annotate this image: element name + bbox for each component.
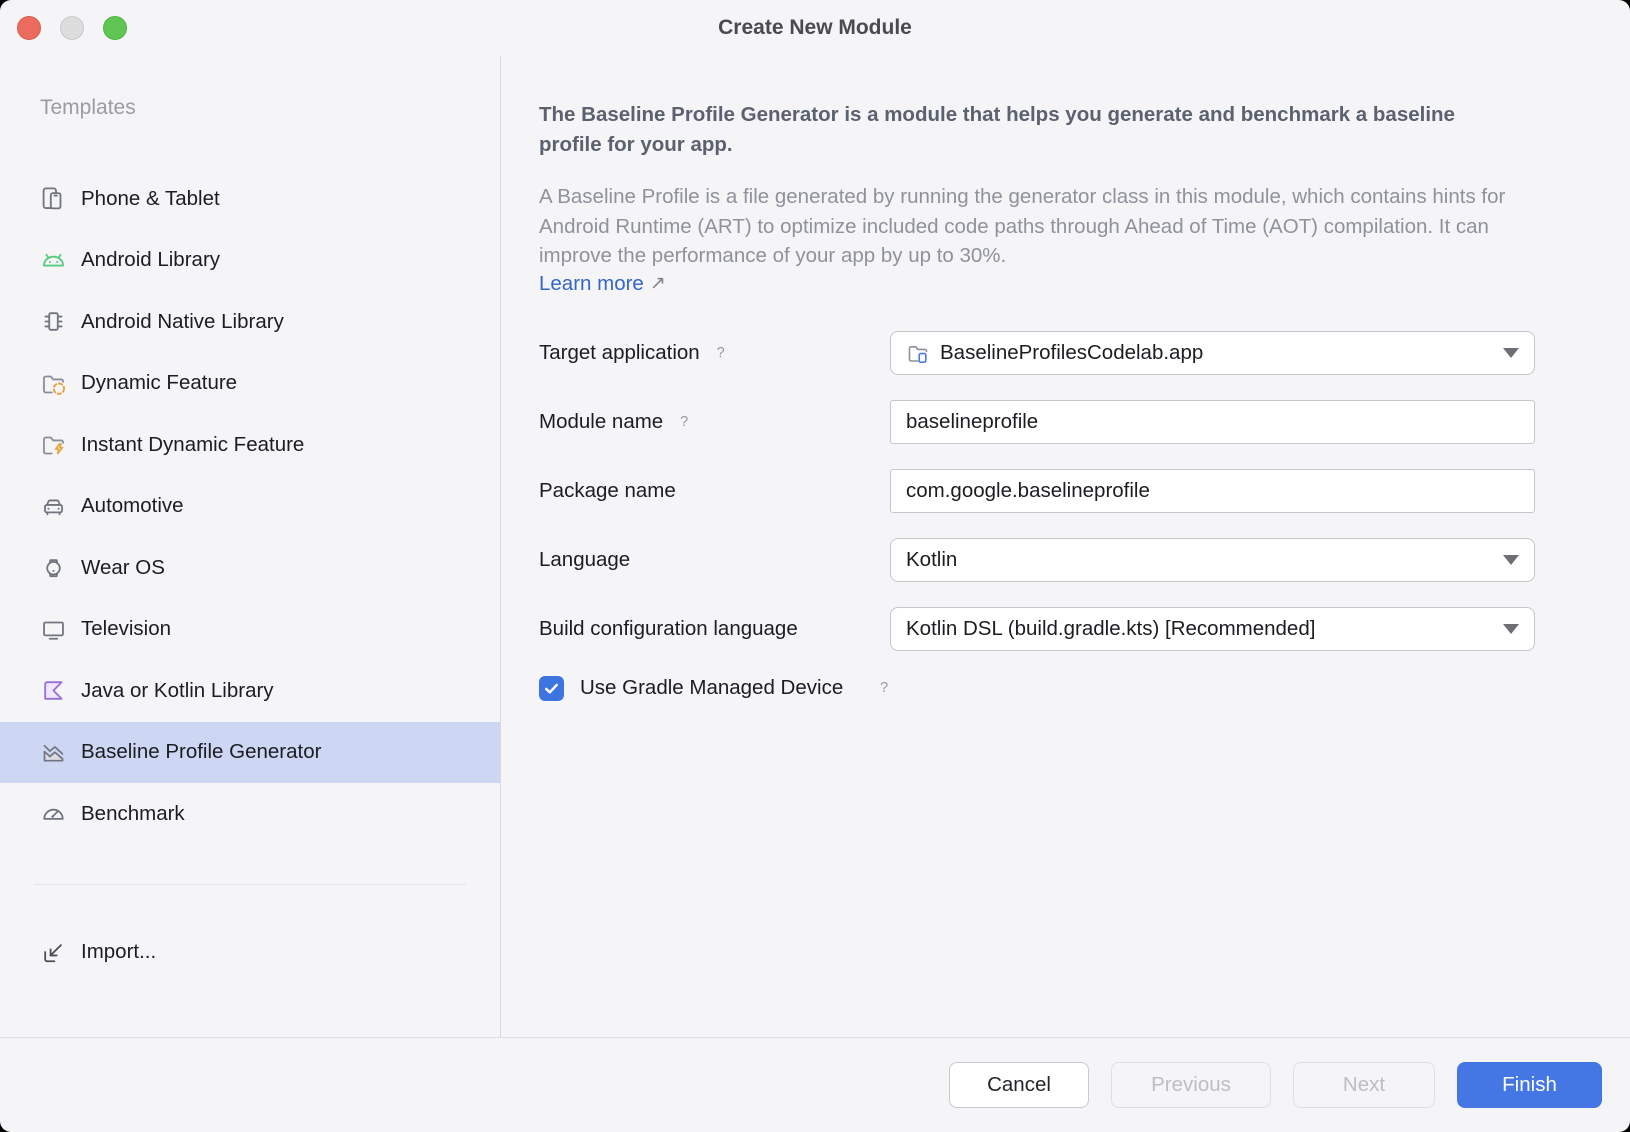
sidebar-item-label: Instant Dynamic Feature — [81, 433, 304, 457]
language-value: Kotlin — [906, 548, 957, 572]
sidebar-item-benchmark[interactable]: Benchmark — [0, 783, 500, 845]
language-label: Language — [539, 548, 630, 572]
watch-icon — [40, 554, 67, 581]
module-name-label: Module name — [539, 410, 663, 434]
build-configuration-language-label-group: Build configuration language — [539, 617, 890, 641]
sidebar-item-label: Import... — [81, 940, 156, 964]
templates-list: Phone & Tablet Android Library — [0, 168, 500, 845]
target-application-value: BaselineProfilesCodelab.app — [940, 341, 1203, 365]
sidebar-item-label: Automotive — [81, 494, 184, 518]
sidebar-divider — [34, 884, 466, 885]
instant-dynamic-feature-folder-icon — [40, 431, 67, 458]
gauge-icon — [40, 800, 67, 827]
sidebar-item-label: Java or Kotlin Library — [81, 679, 274, 703]
language-dropdown[interactable]: Kotlin — [890, 538, 1535, 582]
traffic-lights — [17, 16, 127, 40]
sidebar-item-wear-os[interactable]: Wear OS — [0, 537, 500, 599]
use-gradle-managed-device-row: Use Gradle Managed Device ? — [539, 676, 1630, 701]
package-name-row: Package name — [539, 469, 1630, 513]
sidebar-item-phone-tablet[interactable]: Phone & Tablet — [0, 168, 500, 230]
build-configuration-language-label: Build configuration language — [539, 617, 798, 641]
help-icon[interactable]: ? — [873, 677, 895, 699]
cancel-button[interactable]: Cancel — [949, 1062, 1089, 1108]
target-application-label-group: Target application ? — [539, 341, 890, 365]
package-name-input[interactable] — [890, 469, 1535, 513]
language-label-group: Language — [539, 548, 890, 572]
sidebar-item-television[interactable]: Television — [0, 599, 500, 661]
module-name-row: Module name ? — [539, 400, 1630, 444]
sidebar-item-label: Dynamic Feature — [81, 371, 237, 395]
sidebar-item-label: Android Library — [81, 248, 220, 272]
language-row: Language Kotlin — [539, 538, 1630, 582]
sidebar-item-dynamic-feature[interactable]: Dynamic Feature — [0, 353, 500, 415]
sidebar-item-label: Benchmark — [81, 802, 185, 826]
chevron-down-icon — [1503, 624, 1519, 634]
intro-description: A Baseline Profile is a file generated b… — [539, 182, 1524, 271]
import-icon — [40, 939, 67, 966]
dynamic-feature-folder-icon — [40, 370, 67, 397]
help-icon[interactable]: ? — [673, 411, 695, 433]
package-name-label-group: Package name — [539, 479, 890, 503]
minimize-window-button — [60, 16, 84, 40]
next-button: Next — [1293, 1062, 1435, 1108]
intro-heading: The Baseline Profile Generator is a modu… — [539, 100, 1489, 160]
sidebar-item-label: Phone & Tablet — [81, 187, 220, 211]
sidebar-item-automotive[interactable]: Automotive — [0, 476, 500, 538]
use-gradle-managed-device-label: Use Gradle Managed Device — [580, 676, 843, 700]
templates-sidebar: Templates Phone & Tablet — [0, 56, 501, 1037]
learn-more-label: Learn more — [539, 272, 644, 296]
help-icon[interactable]: ? — [710, 342, 732, 364]
sidebar-item-label: Android Native Library — [81, 310, 284, 334]
sidebar-item-baseline-profile-generator[interactable]: Baseline Profile Generator — [0, 722, 500, 784]
chip-icon — [40, 308, 67, 335]
external-link-icon: ↗ — [650, 272, 666, 295]
module-name-input[interactable] — [890, 400, 1535, 444]
sidebar-item-java-kotlin-library[interactable]: Java or Kotlin Library — [0, 660, 500, 722]
android-library-icon — [40, 247, 67, 274]
sidebar-item-label: Television — [81, 617, 171, 641]
chevron-down-icon — [1503, 555, 1519, 565]
zoom-window-button[interactable] — [103, 16, 127, 40]
baseline-chart-icon — [40, 739, 67, 766]
phone-tablet-icon — [40, 185, 67, 212]
title-bar: Create New Module — [0, 0, 1630, 56]
app-module-folder-icon — [906, 341, 930, 365]
build-configuration-language-value: Kotlin DSL (build.gradle.kts) [Recommend… — [906, 617, 1315, 641]
window-title: Create New Module — [718, 16, 912, 40]
package-name-label: Package name — [539, 479, 676, 503]
target-application-dropdown[interactable]: BaselineProfilesCodelab.app — [890, 331, 1535, 375]
module-name-label-group: Module name ? — [539, 410, 890, 434]
build-configuration-language-dropdown[interactable]: Kotlin DSL (build.gradle.kts) [Recommend… — [890, 607, 1535, 651]
dialog-footer: Cancel Previous Next Finish — [0, 1037, 1630, 1132]
car-icon — [40, 493, 67, 520]
sidebar-item-label: Baseline Profile Generator — [81, 740, 321, 764]
sidebar-item-import[interactable]: Import... — [0, 922, 500, 984]
create-new-module-dialog: Create New Module Templates Phone & Tabl… — [0, 0, 1630, 1132]
sidebar-item-android-library[interactable]: Android Library — [0, 230, 500, 292]
chevron-down-icon — [1503, 348, 1519, 358]
target-application-label: Target application — [539, 341, 700, 365]
use-gradle-managed-device-checkbox[interactable] — [539, 676, 564, 701]
close-window-button[interactable] — [17, 16, 41, 40]
module-form: Target application ? BaselineProfilesCod… — [539, 331, 1630, 701]
kotlin-icon — [40, 677, 67, 704]
templates-header: Templates — [40, 96, 500, 120]
tv-icon — [40, 616, 67, 643]
learn-more-link[interactable]: Learn more ↗ — [539, 272, 666, 296]
sidebar-item-android-native-library[interactable]: Android Native Library — [0, 291, 500, 353]
module-settings-panel: The Baseline Profile Generator is a modu… — [501, 56, 1630, 1037]
sidebar-item-instant-dynamic-feature[interactable]: Instant Dynamic Feature — [0, 414, 500, 476]
finish-button[interactable]: Finish — [1457, 1062, 1602, 1108]
previous-button: Previous — [1111, 1062, 1271, 1108]
sidebar-item-label: Wear OS — [81, 556, 165, 580]
target-application-row: Target application ? BaselineProfilesCod… — [539, 331, 1630, 375]
build-configuration-language-row: Build configuration language Kotlin DSL … — [539, 607, 1630, 651]
